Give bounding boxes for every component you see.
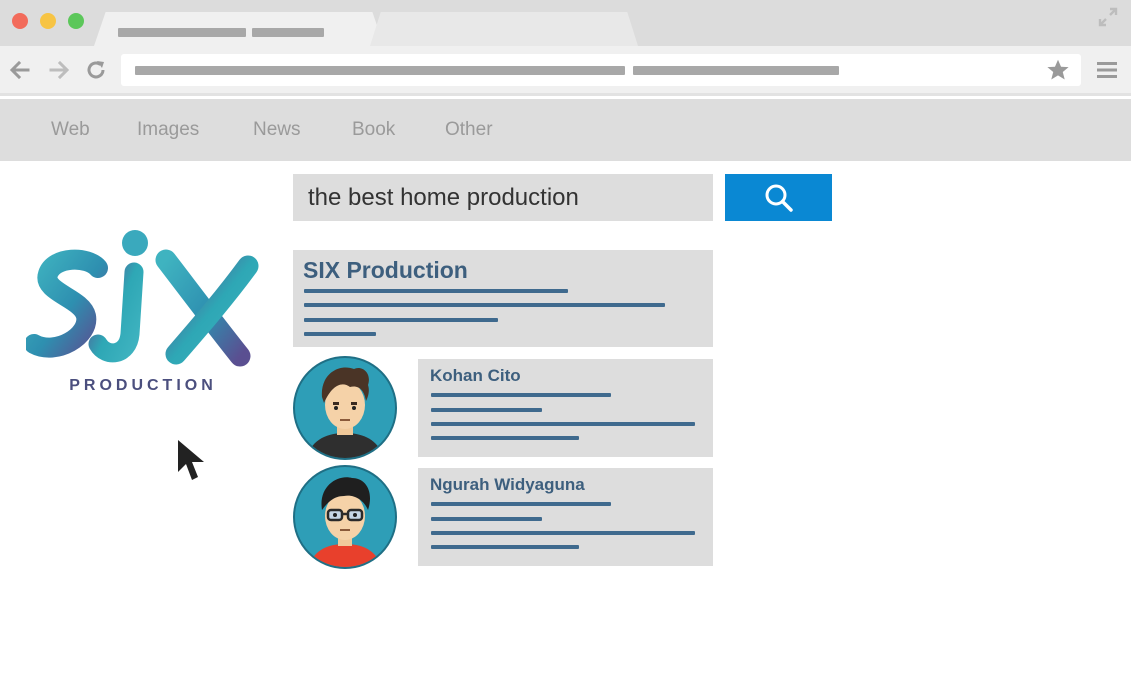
- category-book[interactable]: Book: [352, 119, 395, 141]
- maximize-window-button[interactable]: [68, 13, 84, 29]
- result-snippet-line: [431, 502, 611, 506]
- minimize-window-button[interactable]: [40, 13, 56, 29]
- category-other[interactable]: Other: [445, 119, 493, 141]
- result-card-main[interactable]: SIX Production: [293, 250, 713, 347]
- result-snippet-line: [304, 289, 568, 293]
- six-production-logo: [26, 230, 259, 367]
- category-news[interactable]: News: [253, 119, 301, 141]
- result-snippet-line: [431, 408, 542, 412]
- browser-tab-active[interactable]: [94, 12, 384, 46]
- expand-arrows-icon[interactable]: [1097, 6, 1119, 28]
- browser-tab-inactive[interactable]: [370, 12, 638, 46]
- result-snippet-line: [431, 517, 542, 521]
- tab-title-placeholder: [252, 28, 324, 37]
- address-bar[interactable]: [121, 54, 1081, 86]
- browser-titlebar: [0, 0, 1131, 46]
- close-window-button[interactable]: [12, 13, 28, 29]
- result-snippet-line: [304, 303, 665, 307]
- man-with-glasses-avatar-icon: [293, 465, 397, 569]
- result-card-person[interactable]: Ngurah Widyaguna: [418, 468, 713, 566]
- result-snippet-line: [431, 436, 579, 440]
- result-title[interactable]: SIX Production: [303, 257, 468, 284]
- search-category-bar: Web Images News Book Other: [0, 99, 1131, 161]
- person-name[interactable]: Kohan Cito: [430, 366, 521, 386]
- result-snippet-line: [431, 531, 695, 535]
- hamburger-menu-icon[interactable]: [1097, 60, 1117, 80]
- category-web[interactable]: Web: [51, 119, 90, 141]
- back-arrow-icon[interactable]: [8, 58, 32, 82]
- result-snippet-line: [431, 422, 695, 426]
- mouse-cursor-icon: [178, 440, 204, 480]
- category-images[interactable]: Images: [137, 119, 199, 141]
- search-button[interactable]: [725, 174, 832, 221]
- browser-toolbar: [0, 46, 1131, 96]
- man-avatar-icon: [293, 356, 397, 460]
- logo-subtitle: PRODUCTION: [69, 377, 217, 394]
- forward-arrow-icon[interactable]: [47, 58, 71, 82]
- search-icon: [765, 184, 793, 212]
- result-snippet-line: [431, 393, 611, 397]
- search-input[interactable]: [293, 174, 713, 221]
- result-snippet-line: [304, 332, 376, 336]
- reload-icon[interactable]: [84, 58, 108, 82]
- tab-title-placeholder: [118, 28, 246, 37]
- person-name[interactable]: Ngurah Widyaguna: [430, 475, 585, 495]
- url-placeholder: [633, 66, 839, 75]
- star-icon[interactable]: [1045, 57, 1071, 83]
- result-snippet-line: [431, 545, 579, 549]
- result-card-person[interactable]: Kohan Cito: [418, 359, 713, 457]
- url-placeholder: [135, 66, 625, 75]
- result-snippet-line: [304, 318, 498, 322]
